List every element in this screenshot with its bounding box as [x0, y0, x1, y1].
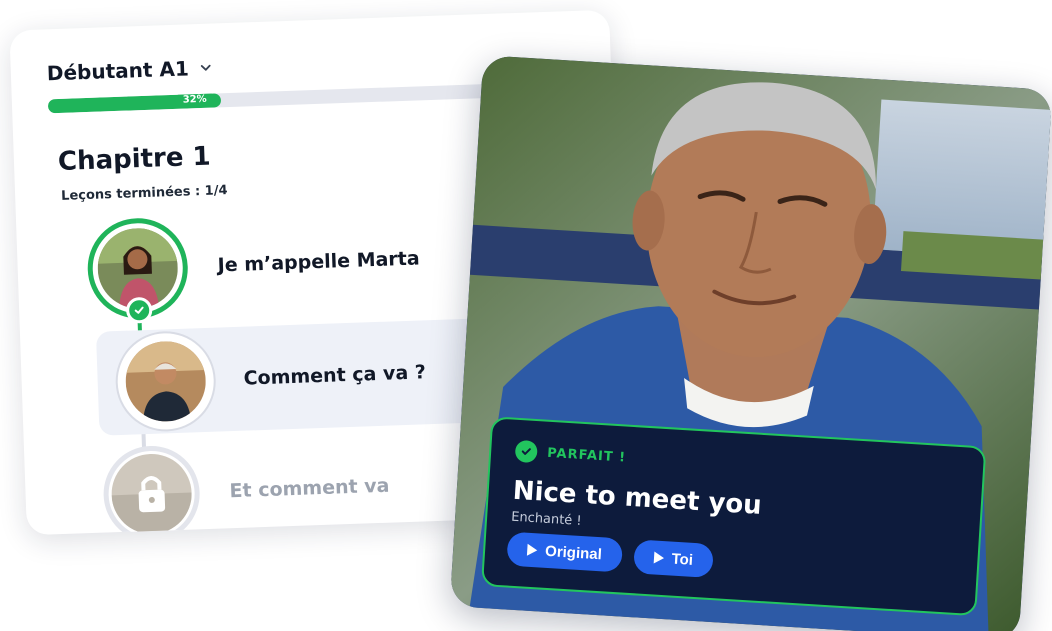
play-icon	[526, 543, 538, 557]
lock-icon	[110, 452, 193, 536]
lesson-label-1: Je m’appelle Marta	[217, 247, 420, 277]
lesson-avatar-completed	[86, 216, 190, 324]
feedback-status-label: PARFAIT !	[546, 445, 627, 466]
lesson-label-3: Et comment va	[229, 474, 390, 503]
play-toi-button[interactable]: Toi	[632, 539, 715, 579]
play-toi-label: Toi	[671, 550, 694, 569]
chevron-down-icon	[200, 64, 211, 71]
lesson-avatar-current	[116, 331, 216, 432]
progress-label: 32%	[174, 92, 215, 107]
level-title: Débutant A1	[46, 56, 190, 86]
lesson-label-2: Comment ça va ?	[243, 361, 427, 390]
chapter-title: Chapitre 1	[57, 141, 212, 177]
play-original-button[interactable]: Original	[506, 531, 623, 573]
play-icon	[653, 551, 665, 565]
lesson-thumbnail-2	[124, 340, 208, 423]
play-original-label: Original	[544, 542, 603, 563]
video-practice-card: PARFAIT ! Nice to meet you Enchanté ! Or…	[449, 55, 1052, 631]
playback-buttons: Original Toi	[506, 531, 715, 579]
lesson-avatar-locked	[101, 444, 202, 536]
check-circle-icon	[514, 439, 538, 464]
check-icon	[125, 296, 153, 324]
lessons-completed-count: Leçons terminées : 1/4	[60, 183, 228, 204]
lesson-item-1[interactable]: Je m’appelle Marta	[86, 208, 421, 324]
progress-fill: 32%	[47, 92, 221, 114]
feedback-panel: PARFAIT ! Nice to meet you Enchanté ! Or…	[480, 416, 987, 617]
level-selector[interactable]: Débutant A1	[46, 56, 213, 86]
lesson-item-3[interactable]: Et comment va	[101, 438, 391, 536]
